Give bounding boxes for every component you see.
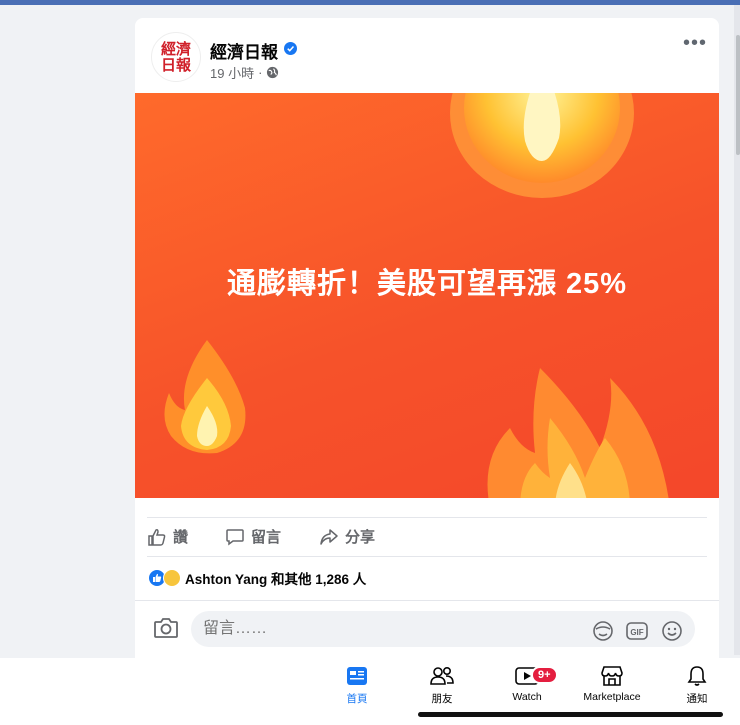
- marketplace-icon: [601, 666, 623, 686]
- tab-home[interactable]: 首頁: [317, 664, 397, 706]
- friends-icon: [430, 666, 454, 685]
- home-indicator[interactable]: [418, 712, 723, 717]
- tab-label: 首頁: [346, 693, 368, 705]
- like-button[interactable]: 讚: [147, 526, 188, 547]
- post-image[interactable]: 通膨轉折！美股可望再漲 25%: [135, 93, 719, 498]
- scrollbar[interactable]: [734, 5, 740, 655]
- share-icon: [320, 528, 338, 545]
- comment-input[interactable]: [191, 611, 695, 647]
- avatar-text-bottom: 日報: [160, 56, 191, 74]
- tab-label: 朋友: [431, 693, 453, 705]
- gif-icon[interactable]: GIF: [625, 619, 649, 643]
- fire-icon: [450, 93, 634, 198]
- page-name[interactable]: 經濟日報: [210, 38, 278, 63]
- comment-icon: [226, 528, 244, 545]
- page-avatar[interactable]: 經濟 日報: [151, 32, 201, 82]
- watch-badge: 9+: [531, 666, 558, 684]
- reaction-summary[interactable]: Ashton Yang 和其他 1,286 人: [149, 568, 366, 588]
- tab-label: Marketplace: [583, 691, 641, 703]
- meta-separator: ·: [258, 65, 263, 80]
- post-meta: 19 小時 ·: [210, 63, 279, 82]
- fire-icon: [164, 340, 246, 454]
- camera-icon[interactable]: [153, 617, 179, 639]
- share-label: 分享: [345, 529, 376, 546]
- tab-label: Watch: [512, 691, 542, 703]
- emoji-icon[interactable]: [660, 619, 684, 643]
- verified-badge-icon: [284, 42, 297, 55]
- post-card: 經濟 日報 經濟日報 19 小時 · ••• 通膨轉折！美股可望再漲 25% 讚…: [135, 18, 719, 658]
- thumbs-up-icon: [148, 528, 166, 546]
- bell-icon: [687, 666, 707, 686]
- share-button[interactable]: 分享: [319, 526, 375, 547]
- avatar-sticker-icon[interactable]: [591, 619, 615, 643]
- tab-friends[interactable]: 朋友: [402, 664, 482, 706]
- post-time[interactable]: 19 小時: [210, 63, 254, 82]
- more-options-icon[interactable]: •••: [683, 32, 707, 55]
- avatar-text-top: 經濟: [160, 40, 191, 58]
- banner-headline: 通膨轉折！美股可望再漲 25%: [226, 268, 628, 300]
- reaction-summary-text: Ashton Yang 和其他 1,286 人: [185, 572, 367, 587]
- tab-marketplace[interactable]: Marketplace: [572, 664, 652, 703]
- haha-reaction-icon: [163, 569, 181, 587]
- globe-icon: [267, 66, 279, 79]
- tab-label: 通知: [686, 693, 708, 705]
- fire-icon: [487, 368, 669, 498]
- divider: [147, 517, 707, 518]
- scroll-thumb[interactable]: [736, 35, 740, 155]
- tab-watch[interactable]: 9+ Watch: [487, 664, 567, 703]
- home-icon: [347, 667, 367, 685]
- tab-notifications[interactable]: 通知: [657, 664, 737, 706]
- divider: [147, 556, 707, 557]
- comment-button[interactable]: 留言: [225, 526, 281, 547]
- comment-label: 留言: [251, 529, 282, 546]
- top-bar: [0, 0, 740, 5]
- comment-composer: GIF: [135, 600, 719, 658]
- svg-text:GIF: GIF: [630, 628, 643, 637]
- like-label: 讚: [173, 529, 189, 546]
